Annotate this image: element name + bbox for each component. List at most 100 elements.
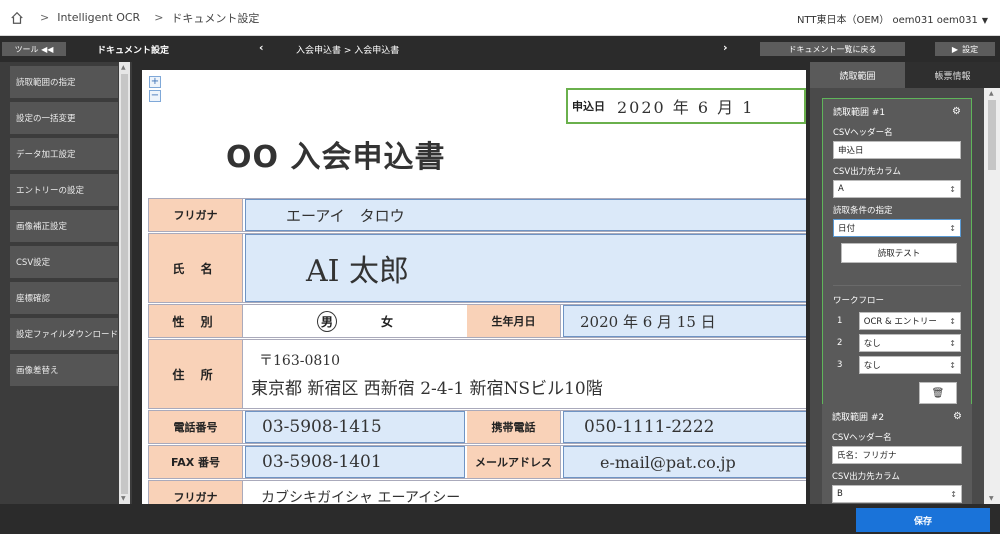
- sidebar-item-csv-settings[interactable]: CSV設定: [10, 246, 118, 278]
- furigana-value: エーアイ タロウ: [286, 206, 405, 225]
- sidebar-scrollbar[interactable]: ▲ ▼: [119, 62, 130, 504]
- sidebar-item-label: 設定ファイルダウンロード: [16, 330, 119, 340]
- gear-icon[interactable]: ⚙: [952, 106, 961, 117]
- user-menu[interactable]: NTT東日本（OEM） oem031 oem031 ▼: [797, 11, 988, 26]
- tel-value: 03-5908-1415: [262, 417, 382, 437]
- sidebar-item-bulk-change[interactable]: 設定の一括変更: [10, 102, 118, 134]
- sidebar-item-image-replace[interactable]: 画像差替え: [10, 354, 118, 386]
- gender-label: 性 別: [149, 305, 243, 337]
- tel-label: 電話番号: [149, 411, 243, 443]
- workflow-row: 2 なし: [833, 334, 961, 352]
- read-area-tel[interactable]: 03-5908-1415: [245, 411, 465, 443]
- save-button[interactable]: 保存: [856, 508, 990, 532]
- back-to-list-button[interactable]: ドキュメント一覧に戻る: [760, 42, 905, 56]
- scroll-up-icon[interactable]: ▲: [989, 90, 994, 97]
- read-area-card-2[interactable]: 読取範囲 #2 ⚙ CSVヘッダー名 氏名：フリガナ CSV出力先カラム B: [822, 404, 972, 504]
- csv-column-select[interactable]: B: [832, 485, 962, 503]
- sidebar-item-label: データ加工設定: [16, 150, 76, 160]
- document-path: 入会申込書 > 入会申込書: [296, 46, 400, 56]
- zoom-out-icon[interactable]: −: [149, 90, 161, 102]
- toolbar: ツール ◀◀ ドキュメント設定 ‹ 入会申込書 > 入会申込書 › ドキュメント…: [0, 36, 1000, 62]
- address-text: 東京都 新宿区 西新宿 2-4-1 新宿NSビル10階: [251, 378, 603, 399]
- home-icon[interactable]: [10, 11, 24, 25]
- sidebar-item-label: 画像補正設定: [16, 222, 68, 232]
- trash-icon[interactable]: 🗑: [919, 382, 957, 404]
- workflow-step-number: 2: [837, 338, 843, 348]
- breadcrumb-intelligent-ocr[interactable]: Intelligent OCR: [57, 11, 140, 24]
- apply-date-value: 2020 年 6 月 1: [617, 98, 755, 117]
- form-row-gender-birth: 性 別 男 女 生年月日 2020 年 6 月 15 日: [148, 304, 806, 338]
- sidebar-item-read-area[interactable]: 読取範囲の指定: [10, 66, 118, 98]
- tool-toggle-button[interactable]: ツール ◀◀: [2, 42, 66, 56]
- gender-female: 女: [381, 314, 394, 329]
- name-label: 氏 名: [149, 234, 243, 302]
- breadcrumb: > Intelligent OCR > ドキュメント設定: [10, 10, 259, 26]
- sidebar-item-settings-download[interactable]: 設定ファイルダウンロード: [10, 318, 118, 350]
- settings-panel: 読取範囲 帳票情報 読取範囲 #1 ⚙ CSVヘッダー名 申込日 CSV出力先カ…: [810, 62, 1000, 504]
- gear-icon[interactable]: ⚙: [953, 411, 962, 422]
- read-area-mail[interactable]: e-mail@pat.co.jp: [563, 446, 806, 478]
- breadcrumb-separator: >: [154, 11, 164, 24]
- tool-sidebar: 読取範囲の指定 設定の一括変更 データ加工設定 エントリーの設定 画像補正設定 …: [0, 62, 132, 504]
- page-title: ドキュメント設定: [97, 46, 170, 56]
- csv-header-input[interactable]: 申込日: [833, 141, 961, 159]
- form-title: OO 入会申込書: [226, 140, 446, 175]
- read-area-name[interactable]: AI 太郎: [245, 234, 806, 302]
- read-area-birth[interactable]: 2020 年 6 月 15 日: [563, 305, 806, 337]
- zoom-in-icon[interactable]: +: [149, 76, 161, 88]
- read-area-apply-date[interactable]: 申込日 2020 年 6 月 1: [566, 88, 806, 124]
- sidebar-item-label: 画像差替え: [16, 366, 59, 376]
- panel-tabs: 読取範囲 帳票情報: [810, 62, 1000, 88]
- breadcrumb-document-settings: ドキュメント設定: [171, 11, 260, 25]
- top-bar: > Intelligent OCR > ドキュメント設定 NTT東日本（OEM）…: [0, 0, 1000, 36]
- scrollbar-thumb[interactable]: [988, 100, 996, 170]
- workflow-step-select[interactable]: OCR & エントリー: [858, 312, 961, 330]
- scroll-up-icon[interactable]: ▲: [121, 64, 126, 71]
- workflow-row: 3 なし: [833, 356, 961, 374]
- document-image[interactable]: + − 申込日 2020 年 6 月 1 OO 入会申込書 フリガナ エーアイ …: [142, 70, 806, 504]
- chevron-down-icon: ▼: [981, 16, 988, 25]
- mobile-label: 携帯電話: [467, 411, 561, 443]
- scrollbar-thumb[interactable]: [121, 74, 128, 494]
- scroll-down-icon[interactable]: ▼: [121, 495, 126, 502]
- read-test-button[interactable]: 読取テスト: [841, 243, 957, 263]
- tab-form-info[interactable]: 帳票情報: [905, 62, 1000, 88]
- read-condition-select[interactable]: 日付: [833, 219, 961, 237]
- sidebar-item-entry-settings[interactable]: エントリーの設定: [10, 174, 118, 206]
- settings-button[interactable]: ▶ 設定: [935, 42, 995, 56]
- sidebar-item-image-correction[interactable]: 画像補正設定: [10, 210, 118, 242]
- next-page-icon[interactable]: ›: [723, 41, 728, 54]
- workflow-step-number: 3: [837, 360, 843, 370]
- workflow-step-select[interactable]: なし: [858, 334, 961, 352]
- form-row-company-furigana: フリガナ カブシキガイシャ エーアイシー: [148, 480, 806, 504]
- csv-column-select[interactable]: A: [833, 180, 961, 198]
- workflow-step-select[interactable]: なし: [858, 356, 961, 374]
- read-area-card-1[interactable]: 読取範囲 #1 ⚙ CSVヘッダー名 申込日 CSV出力先カラム A 読取条件の…: [822, 98, 972, 411]
- csv-header-label: CSVヘッダー名: [832, 433, 892, 443]
- name-value: AI 太郎: [306, 254, 410, 289]
- read-area-mobile[interactable]: 050-1111-2222: [563, 411, 806, 443]
- workflow-row: 1 OCR & エントリー: [833, 312, 961, 330]
- csv-header-input[interactable]: 氏名：フリガナ: [832, 446, 962, 464]
- panel-scrollbar[interactable]: ▲ ▼: [984, 88, 1000, 504]
- prev-page-icon[interactable]: ‹: [259, 41, 264, 54]
- read-area-furigana[interactable]: エーアイ タロウ: [245, 199, 806, 231]
- sidebar-item-coordinate-check[interactable]: 座標確認: [10, 282, 118, 314]
- form-row-tel: 電話番号 03-5908-1415 携帯電話 050-1111-2222: [148, 410, 806, 444]
- sidebar-item-data-processing[interactable]: データ加工設定: [10, 138, 118, 170]
- read-area-fax[interactable]: 03-5908-1401: [245, 446, 465, 478]
- company-furigana-label: フリガナ: [149, 481, 243, 504]
- sidebar-item-label: 座標確認: [16, 294, 51, 304]
- document-viewer: + − 申込日 2020 年 6 月 1 OO 入会申込書 フリガナ エーアイ …: [132, 62, 810, 504]
- csv-column-label: CSV出力先カラム: [832, 472, 900, 482]
- scroll-down-icon[interactable]: ▼: [989, 495, 994, 502]
- read-condition-label: 読取条件の指定: [833, 206, 893, 216]
- form-row-address: 住 所 〒163-0810 東京都 新宿区 西新宿 2-4-1 新宿NSビル10…: [148, 339, 806, 409]
- sidebar-item-label: エントリーの設定: [16, 186, 85, 196]
- tab-read-area[interactable]: 読取範囲: [810, 62, 905, 88]
- birth-value: 2020 年 6 月 15 日: [580, 312, 716, 331]
- company-furigana-text: カブシキガイシャ エーアイシー: [261, 490, 461, 504]
- play-icon: ▶: [951, 44, 959, 54]
- workflow-label: ワークフロー: [833, 285, 961, 306]
- form-row-fax: FAX 番号 03-5908-1401 メールアドレス e-mail@pat.c…: [148, 445, 806, 479]
